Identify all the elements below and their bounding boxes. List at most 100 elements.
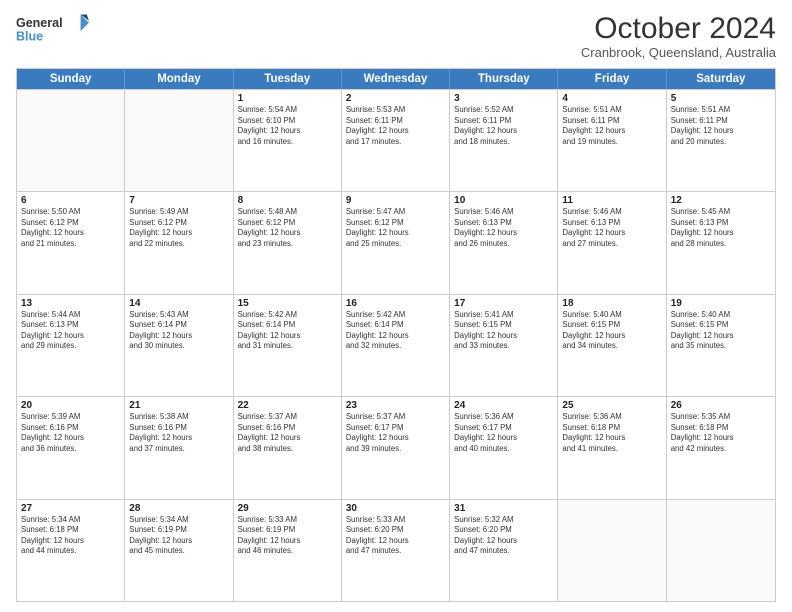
calendar-day-cell: 17Sunrise: 5:41 AM Sunset: 6:15 PM Dayli…: [450, 295, 558, 396]
calendar-day-cell: 26Sunrise: 5:35 AM Sunset: 6:18 PM Dayli…: [667, 397, 775, 498]
day-number: 4: [562, 93, 661, 104]
calendar-day-cell: 13Sunrise: 5:44 AM Sunset: 6:13 PM Dayli…: [17, 295, 125, 396]
calendar-day-cell: 15Sunrise: 5:42 AM Sunset: 6:14 PM Dayli…: [234, 295, 342, 396]
day-number: 14: [129, 298, 228, 309]
day-number: 2: [346, 93, 445, 104]
calendar-day-cell: 30Sunrise: 5:33 AM Sunset: 6:20 PM Dayli…: [342, 500, 450, 601]
svg-text:General: General: [16, 16, 63, 30]
day-number: 31: [454, 503, 553, 514]
calendar-day-cell: 5Sunrise: 5:51 AM Sunset: 6:11 PM Daylig…: [667, 90, 775, 191]
calendar-day-cell: 21Sunrise: 5:38 AM Sunset: 6:16 PM Dayli…: [125, 397, 233, 498]
calendar-day-cell: [667, 500, 775, 601]
day-number: 5: [671, 93, 771, 104]
day-info: Sunrise: 5:32 AM Sunset: 6:20 PM Dayligh…: [454, 515, 553, 557]
calendar-week-row: 6Sunrise: 5:50 AM Sunset: 6:12 PM Daylig…: [17, 191, 775, 293]
day-info: Sunrise: 5:40 AM Sunset: 6:15 PM Dayligh…: [671, 310, 771, 352]
calendar: SundayMondayTuesdayWednesdayThursdayFrid…: [16, 68, 776, 602]
day-info: Sunrise: 5:53 AM Sunset: 6:11 PM Dayligh…: [346, 105, 445, 147]
day-number: 19: [671, 298, 771, 309]
day-number: 13: [21, 298, 120, 309]
calendar-day-cell: 2Sunrise: 5:53 AM Sunset: 6:11 PM Daylig…: [342, 90, 450, 191]
calendar-header-cell: Thursday: [450, 69, 558, 89]
day-number: 16: [346, 298, 445, 309]
calendar-day-cell: 31Sunrise: 5:32 AM Sunset: 6:20 PM Dayli…: [450, 500, 558, 601]
calendar-day-cell: 14Sunrise: 5:43 AM Sunset: 6:14 PM Dayli…: [125, 295, 233, 396]
day-number: 9: [346, 195, 445, 206]
day-number: 25: [562, 400, 661, 411]
calendar-header-cell: Monday: [125, 69, 233, 89]
day-info: Sunrise: 5:36 AM Sunset: 6:18 PM Dayligh…: [562, 412, 661, 454]
calendar-day-cell: 1Sunrise: 5:54 AM Sunset: 6:10 PM Daylig…: [234, 90, 342, 191]
calendar-day-cell: [558, 500, 666, 601]
calendar-day-cell: 27Sunrise: 5:34 AM Sunset: 6:18 PM Dayli…: [17, 500, 125, 601]
calendar-header-cell: Friday: [558, 69, 666, 89]
subtitle: Cranbrook, Queensland, Australia: [581, 45, 776, 60]
month-title: October 2024: [581, 12, 776, 45]
calendar-day-cell: 28Sunrise: 5:34 AM Sunset: 6:19 PM Dayli…: [125, 500, 233, 601]
calendar-day-cell: 16Sunrise: 5:42 AM Sunset: 6:14 PM Dayli…: [342, 295, 450, 396]
day-info: Sunrise: 5:40 AM Sunset: 6:15 PM Dayligh…: [562, 310, 661, 352]
header: General Blue October 2024 Cranbrook, Que…: [16, 12, 776, 60]
calendar-header-cell: Sunday: [17, 69, 125, 89]
calendar-day-cell: 6Sunrise: 5:50 AM Sunset: 6:12 PM Daylig…: [17, 192, 125, 293]
day-number: 27: [21, 503, 120, 514]
calendar-day-cell: 9Sunrise: 5:47 AM Sunset: 6:12 PM Daylig…: [342, 192, 450, 293]
title-block: October 2024 Cranbrook, Queensland, Aust…: [581, 12, 776, 60]
calendar-day-cell: 7Sunrise: 5:49 AM Sunset: 6:12 PM Daylig…: [125, 192, 233, 293]
calendar-header-cell: Tuesday: [234, 69, 342, 89]
day-info: Sunrise: 5:50 AM Sunset: 6:12 PM Dayligh…: [21, 207, 120, 249]
day-number: 24: [454, 400, 553, 411]
day-number: 21: [129, 400, 228, 411]
page: General Blue October 2024 Cranbrook, Que…: [0, 0, 792, 612]
day-info: Sunrise: 5:42 AM Sunset: 6:14 PM Dayligh…: [238, 310, 337, 352]
calendar-week-row: 27Sunrise: 5:34 AM Sunset: 6:18 PM Dayli…: [17, 499, 775, 601]
day-info: Sunrise: 5:51 AM Sunset: 6:11 PM Dayligh…: [562, 105, 661, 147]
logo: General Blue: [16, 12, 91, 44]
calendar-day-cell: 19Sunrise: 5:40 AM Sunset: 6:15 PM Dayli…: [667, 295, 775, 396]
logo-icon: General Blue: [16, 12, 91, 44]
calendar-header-cell: Saturday: [667, 69, 775, 89]
day-number: 17: [454, 298, 553, 309]
calendar-header: SundayMondayTuesdayWednesdayThursdayFrid…: [17, 69, 775, 89]
day-info: Sunrise: 5:48 AM Sunset: 6:12 PM Dayligh…: [238, 207, 337, 249]
day-number: 23: [346, 400, 445, 411]
day-number: 18: [562, 298, 661, 309]
day-info: Sunrise: 5:46 AM Sunset: 6:13 PM Dayligh…: [562, 207, 661, 249]
day-info: Sunrise: 5:38 AM Sunset: 6:16 PM Dayligh…: [129, 412, 228, 454]
day-info: Sunrise: 5:39 AM Sunset: 6:16 PM Dayligh…: [21, 412, 120, 454]
calendar-day-cell: 25Sunrise: 5:36 AM Sunset: 6:18 PM Dayli…: [558, 397, 666, 498]
day-number: 29: [238, 503, 337, 514]
day-number: 20: [21, 400, 120, 411]
day-number: 12: [671, 195, 771, 206]
calendar-week-row: 13Sunrise: 5:44 AM Sunset: 6:13 PM Dayli…: [17, 294, 775, 396]
calendar-day-cell: 4Sunrise: 5:51 AM Sunset: 6:11 PM Daylig…: [558, 90, 666, 191]
calendar-header-cell: Wednesday: [342, 69, 450, 89]
day-info: Sunrise: 5:33 AM Sunset: 6:19 PM Dayligh…: [238, 515, 337, 557]
day-info: Sunrise: 5:47 AM Sunset: 6:12 PM Dayligh…: [346, 207, 445, 249]
day-info: Sunrise: 5:49 AM Sunset: 6:12 PM Dayligh…: [129, 207, 228, 249]
calendar-day-cell: [125, 90, 233, 191]
day-number: 26: [671, 400, 771, 411]
calendar-day-cell: 18Sunrise: 5:40 AM Sunset: 6:15 PM Dayli…: [558, 295, 666, 396]
day-number: 22: [238, 400, 337, 411]
day-number: 6: [21, 195, 120, 206]
day-info: Sunrise: 5:37 AM Sunset: 6:17 PM Dayligh…: [346, 412, 445, 454]
calendar-week-row: 20Sunrise: 5:39 AM Sunset: 6:16 PM Dayli…: [17, 396, 775, 498]
day-info: Sunrise: 5:34 AM Sunset: 6:19 PM Dayligh…: [129, 515, 228, 557]
day-number: 8: [238, 195, 337, 206]
calendar-day-cell: 23Sunrise: 5:37 AM Sunset: 6:17 PM Dayli…: [342, 397, 450, 498]
calendar-day-cell: 12Sunrise: 5:45 AM Sunset: 6:13 PM Dayli…: [667, 192, 775, 293]
calendar-day-cell: [17, 90, 125, 191]
day-number: 30: [346, 503, 445, 514]
day-info: Sunrise: 5:35 AM Sunset: 6:18 PM Dayligh…: [671, 412, 771, 454]
day-info: Sunrise: 5:54 AM Sunset: 6:10 PM Dayligh…: [238, 105, 337, 147]
calendar-week-row: 1Sunrise: 5:54 AM Sunset: 6:10 PM Daylig…: [17, 89, 775, 191]
day-info: Sunrise: 5:42 AM Sunset: 6:14 PM Dayligh…: [346, 310, 445, 352]
day-info: Sunrise: 5:45 AM Sunset: 6:13 PM Dayligh…: [671, 207, 771, 249]
day-number: 7: [129, 195, 228, 206]
svg-text:Blue: Blue: [16, 29, 43, 43]
calendar-body: 1Sunrise: 5:54 AM Sunset: 6:10 PM Daylig…: [17, 89, 775, 601]
day-info: Sunrise: 5:51 AM Sunset: 6:11 PM Dayligh…: [671, 105, 771, 147]
day-info: Sunrise: 5:52 AM Sunset: 6:11 PM Dayligh…: [454, 105, 553, 147]
day-info: Sunrise: 5:36 AM Sunset: 6:17 PM Dayligh…: [454, 412, 553, 454]
